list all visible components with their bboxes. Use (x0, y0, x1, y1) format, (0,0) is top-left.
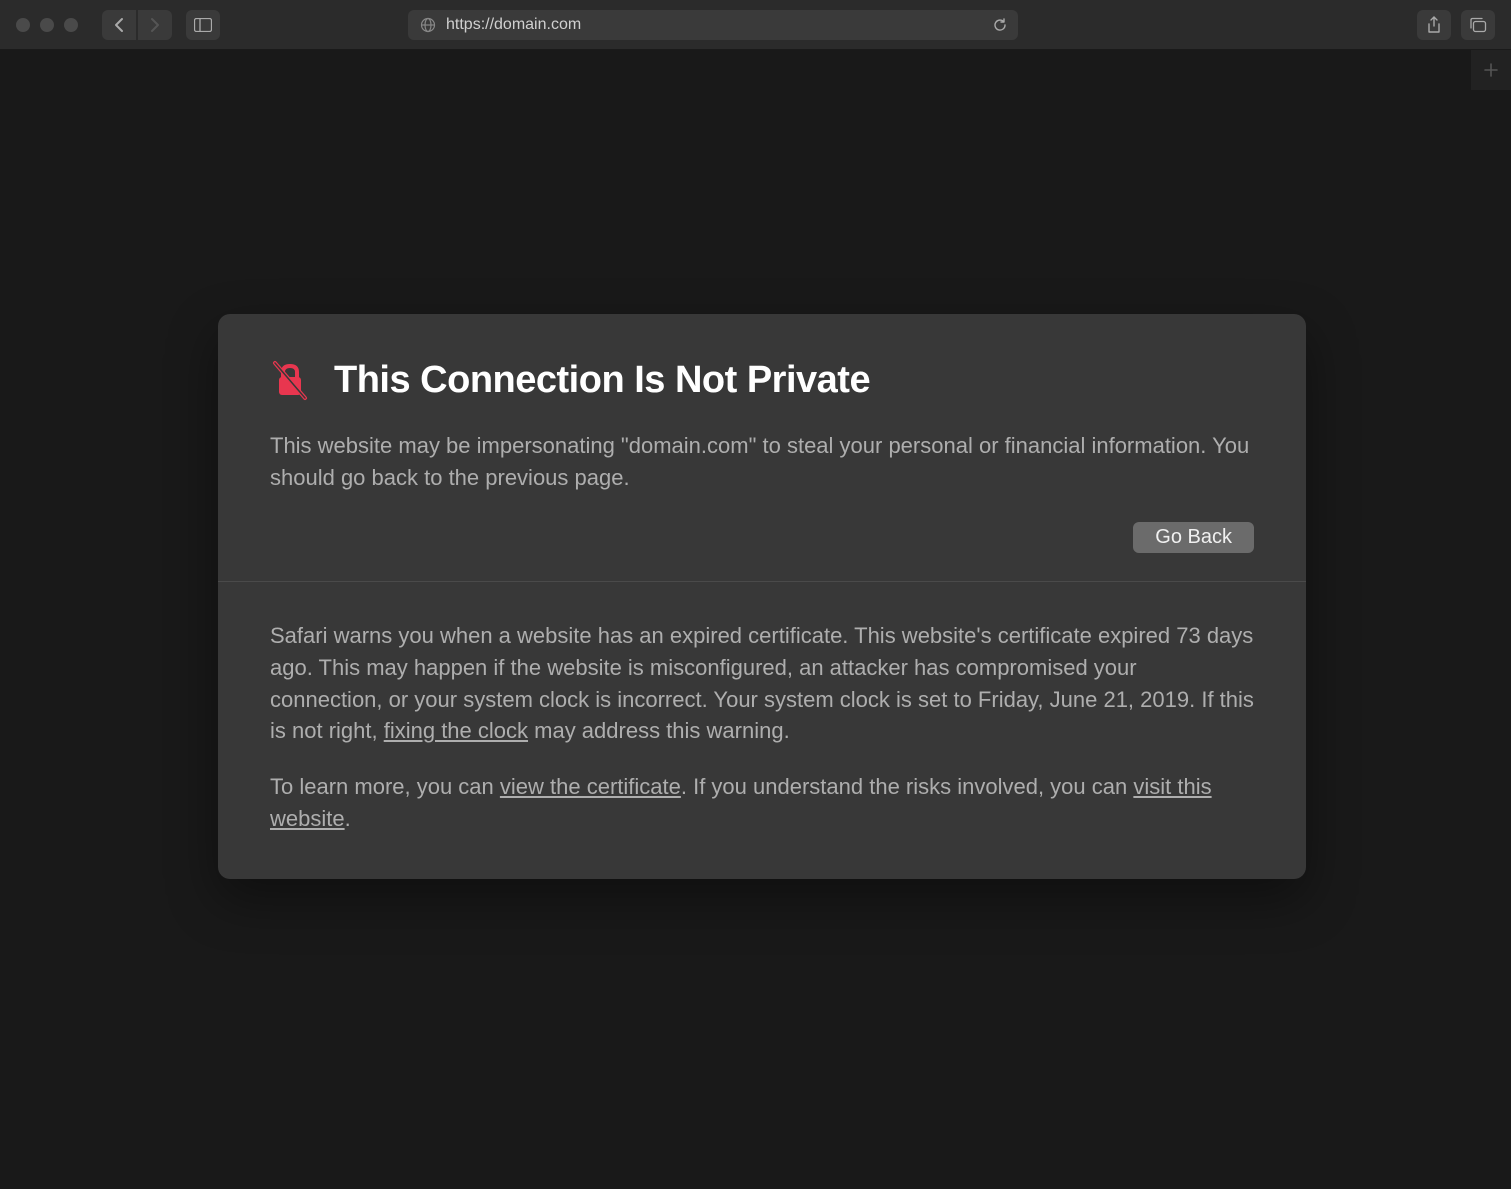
new-tab-button[interactable] (1471, 50, 1511, 90)
warning-detail-paragraph-2: To learn more, you can view the certific… (270, 771, 1254, 835)
window-minimize-button[interactable] (40, 18, 54, 32)
address-bar[interactable]: https://domain.com (408, 10, 1018, 40)
warning-title: This Connection Is Not Private (334, 359, 870, 402)
fixing-clock-link[interactable]: fixing the clock (384, 718, 528, 743)
learn-text-2: . If you understand the risks involved, … (681, 774, 1133, 799)
detail-text-2: may address this warning. (528, 718, 790, 743)
tabs-icon (1469, 17, 1487, 33)
share-icon (1426, 16, 1442, 34)
globe-icon (420, 17, 436, 33)
forward-button[interactable] (138, 10, 172, 40)
learn-text-3: . (345, 806, 351, 831)
back-button[interactable] (102, 10, 136, 40)
go-back-button[interactable]: Go Back (1133, 522, 1254, 553)
browser-toolbar: https://domain.com (0, 0, 1511, 50)
view-certificate-link[interactable]: view the certificate (500, 774, 681, 799)
warning-body-text: This website may be impersonating "domai… (270, 430, 1254, 494)
content-area: This Connection Is Not Private This webs… (0, 50, 1511, 1189)
insecure-lock-icon (270, 358, 310, 402)
warning-title-row: This Connection Is Not Private (270, 358, 1254, 402)
address-bar-url: https://domain.com (446, 16, 581, 34)
warning-card-top: This Connection Is Not Private This webs… (218, 314, 1306, 581)
toolbar-right-buttons (1417, 10, 1495, 40)
share-button[interactable] (1417, 10, 1451, 40)
tabs-overview-button[interactable] (1461, 10, 1495, 40)
connection-warning-card: This Connection Is Not Private This webs… (218, 314, 1306, 879)
learn-text-1: To learn more, you can (270, 774, 500, 799)
warning-detail-paragraph-1: Safari warns you when a website has an e… (270, 620, 1254, 748)
chevron-right-icon (150, 17, 160, 33)
window-close-button[interactable] (16, 18, 30, 32)
warning-card-details: Safari warns you when a website has an e… (218, 582, 1306, 879)
sidebar-toggle-button[interactable] (186, 10, 220, 40)
chevron-left-icon (114, 17, 124, 33)
plus-icon (1484, 63, 1498, 77)
warning-button-row: Go Back (270, 522, 1254, 553)
nav-back-forward-group (102, 10, 172, 40)
window-zoom-button[interactable] (64, 18, 78, 32)
reload-button[interactable] (992, 17, 1008, 33)
sidebar-icon (194, 18, 212, 32)
window-traffic-lights (16, 18, 78, 32)
reload-icon (992, 17, 1008, 33)
